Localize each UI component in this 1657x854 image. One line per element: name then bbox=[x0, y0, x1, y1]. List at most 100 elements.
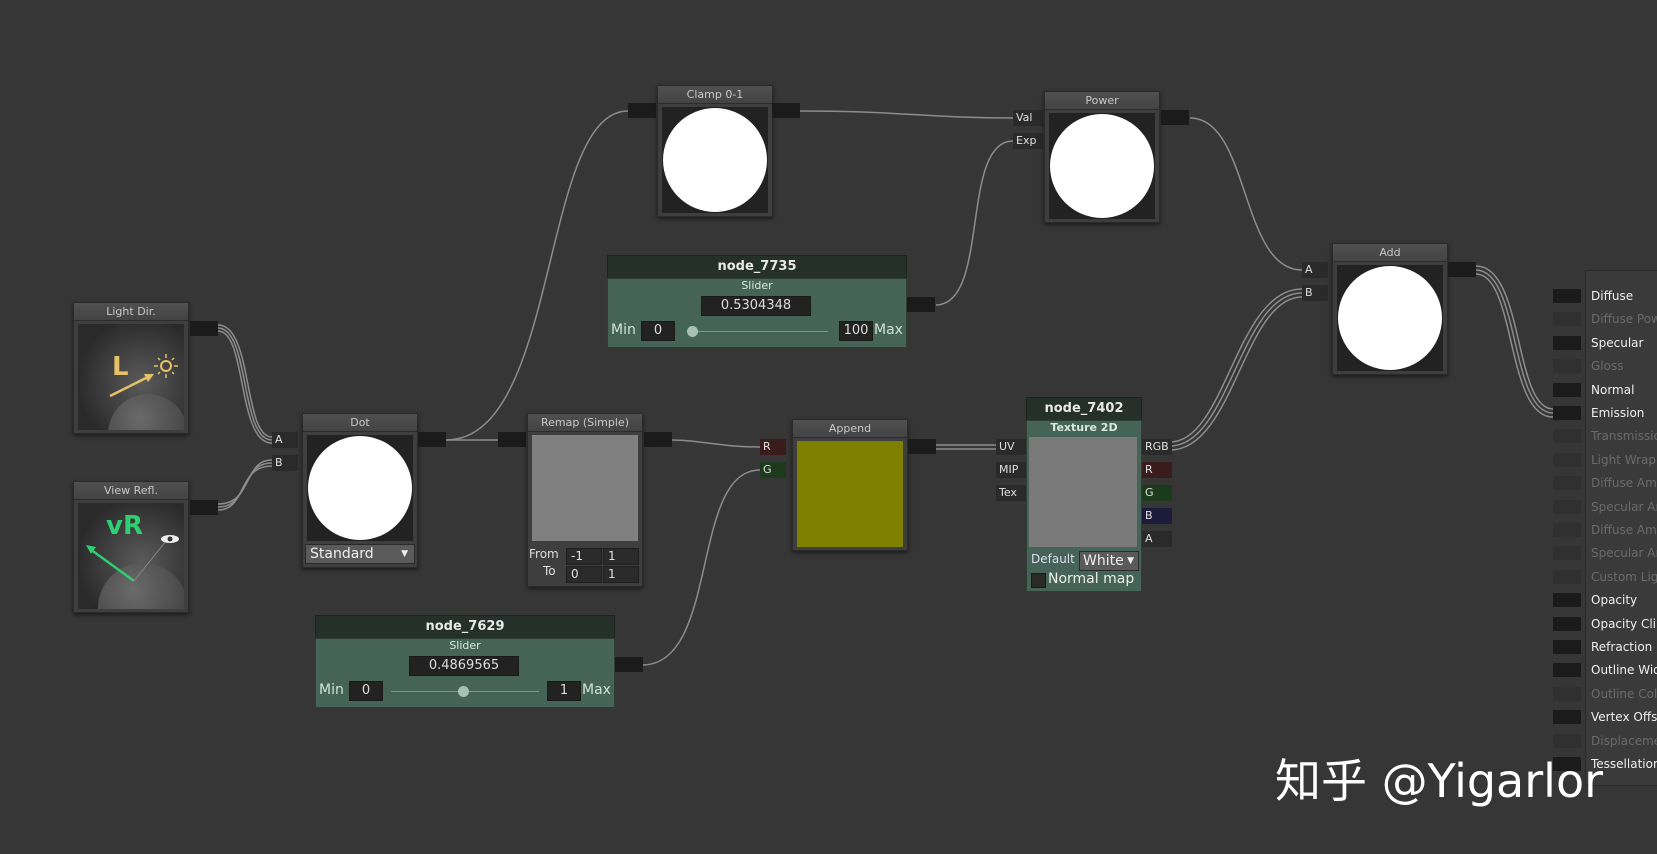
main-input-row[interactable]: Diffuse Powe bbox=[1553, 310, 1657, 328]
main-input-port[interactable] bbox=[1553, 452, 1581, 467]
dot-input-a[interactable]: A bbox=[272, 432, 298, 448]
texture-default-dropdown[interactable]: White ▼ bbox=[1079, 551, 1139, 571]
main-input-row[interactable]: Vertex Offs bbox=[1553, 708, 1657, 726]
tex-output-b[interactable]: B bbox=[1142, 508, 1172, 524]
main-input-port[interactable] bbox=[1553, 429, 1581, 444]
main-input-port[interactable] bbox=[1553, 476, 1581, 491]
add-input-a[interactable]: A bbox=[1302, 262, 1328, 278]
power-input-val[interactable]: Val bbox=[1013, 110, 1043, 126]
texture-default-value: White bbox=[1083, 553, 1124, 569]
node-power[interactable]: Power bbox=[1044, 91, 1160, 223]
node-texture-2d[interactable]: Texture 2D Default White ▼ Normal map bbox=[1026, 420, 1142, 592]
main-input-port[interactable] bbox=[1553, 616, 1581, 631]
slider-7735-track[interactable] bbox=[688, 331, 828, 332]
main-input-port[interactable] bbox=[1553, 335, 1581, 350]
tex-input-mip[interactable]: MIP bbox=[996, 462, 1026, 478]
tex-output-r[interactable]: R bbox=[1142, 462, 1172, 478]
main-input-row[interactable]: Custom Ligh bbox=[1553, 568, 1657, 586]
remap-output-port[interactable] bbox=[644, 432, 672, 447]
main-input-port[interactable] bbox=[1553, 593, 1581, 608]
remap-from-min[interactable]: -1 bbox=[566, 548, 602, 565]
normal-map-checkbox[interactable] bbox=[1031, 573, 1046, 588]
node-append[interactable]: Append bbox=[792, 419, 908, 551]
add-input-b[interactable]: B bbox=[1302, 285, 1328, 301]
slider-7735-knob[interactable] bbox=[687, 326, 698, 337]
tex-output-rgb[interactable]: RGB bbox=[1142, 439, 1172, 455]
main-input-port[interactable] bbox=[1553, 289, 1581, 303]
clamp-output-port[interactable] bbox=[772, 103, 800, 118]
wire-dot-clamp bbox=[445, 110, 629, 441]
main-input-port[interactable] bbox=[1553, 523, 1581, 537]
view-refl-output-port[interactable] bbox=[190, 500, 218, 515]
remap-to-max[interactable]: 1 bbox=[603, 566, 639, 583]
main-input-row[interactable]: Specular bbox=[1553, 334, 1657, 352]
slider-7629-max[interactable]: 1 bbox=[547, 681, 581, 701]
node-light-dir[interactable]: Light Dir. L bbox=[73, 302, 189, 434]
add-output-port[interactable] bbox=[1448, 262, 1476, 277]
dot-mode-value: Standard bbox=[310, 546, 374, 562]
slider-7735-output-port[interactable] bbox=[907, 297, 935, 312]
dot-input-b[interactable]: B bbox=[272, 455, 298, 471]
main-input-row[interactable]: Gloss bbox=[1553, 357, 1657, 375]
texture-type-label: Texture 2D bbox=[1050, 421, 1118, 434]
node-view-refl[interactable]: View Refl. vR bbox=[73, 481, 189, 613]
tex-output-g[interactable]: G bbox=[1142, 485, 1172, 501]
slider-7735-value[interactable]: 0.5304348 bbox=[701, 296, 811, 316]
node-slider-7629[interactable]: Slider 0.4869565 Min 0 1 Max bbox=[315, 638, 615, 708]
main-input-label: Specular Am bbox=[1591, 546, 1657, 561]
main-input-row[interactable]: Outline Colo bbox=[1553, 685, 1657, 703]
slider-7629-min[interactable]: 0 bbox=[349, 681, 383, 701]
main-input-port[interactable] bbox=[1553, 382, 1581, 397]
main-input-row[interactable]: Diffuse bbox=[1553, 287, 1657, 305]
power-input-exp[interactable]: Exp bbox=[1013, 133, 1043, 149]
slider-7629-knob[interactable] bbox=[458, 686, 469, 697]
main-input-port[interactable] bbox=[1553, 663, 1581, 678]
main-input-port[interactable] bbox=[1553, 710, 1581, 725]
main-input-row[interactable]: Light Wrapp bbox=[1553, 451, 1657, 469]
main-input-row[interactable]: Specular Am bbox=[1553, 544, 1657, 562]
remap-to-min[interactable]: 0 bbox=[566, 566, 602, 583]
remap-from-max[interactable]: 1 bbox=[603, 548, 639, 565]
clamp-input-port[interactable] bbox=[628, 103, 656, 118]
main-input-row[interactable]: Diffuse Amb bbox=[1553, 474, 1657, 492]
append-input-g[interactable]: G bbox=[760, 462, 786, 478]
node-add[interactable]: Add bbox=[1332, 243, 1448, 375]
node-remap[interactable]: Remap (Simple) From To -1 1 0 1 bbox=[527, 413, 643, 587]
tex-output-a[interactable]: A bbox=[1142, 531, 1172, 547]
chevron-down-icon: ▼ bbox=[401, 549, 408, 559]
main-input-port[interactable] bbox=[1553, 359, 1581, 374]
node-clamp[interactable]: Clamp 0-1 bbox=[657, 85, 773, 217]
main-input-port[interactable] bbox=[1553, 546, 1581, 561]
node-slider-7735[interactable]: Slider 0.5304348 Min 0 100 Max bbox=[607, 278, 907, 348]
main-input-row[interactable]: Transmission bbox=[1553, 427, 1657, 445]
main-input-port[interactable] bbox=[1553, 640, 1581, 654]
remap-input-port[interactable] bbox=[498, 432, 526, 447]
power-output-port[interactable] bbox=[1161, 110, 1189, 125]
main-input-row[interactable]: Opacity bbox=[1553, 591, 1657, 609]
slider-7735-max[interactable]: 100 bbox=[839, 321, 873, 341]
dot-mode-dropdown[interactable]: Standard ▼ bbox=[305, 544, 415, 564]
main-input-row[interactable]: Emission bbox=[1553, 404, 1657, 422]
node-dot[interactable]: Dot Standard ▼ bbox=[302, 413, 418, 568]
main-input-row[interactable]: Refraction bbox=[1553, 638, 1657, 656]
dot-output-port[interactable] bbox=[418, 432, 446, 447]
slider-7629-output-port[interactable] bbox=[615, 657, 643, 672]
main-input-port[interactable] bbox=[1553, 686, 1581, 701]
append-output-port[interactable] bbox=[908, 439, 936, 454]
main-input-row[interactable]: Outline Widt bbox=[1553, 661, 1657, 679]
slider-7735-min[interactable]: 0 bbox=[641, 321, 675, 341]
main-input-port[interactable] bbox=[1553, 312, 1581, 327]
main-input-port[interactable] bbox=[1553, 499, 1581, 514]
tex-input-tex[interactable]: Tex bbox=[996, 485, 1026, 501]
append-input-r[interactable]: R bbox=[760, 439, 786, 455]
tex-input-uv[interactable]: UV bbox=[996, 439, 1026, 455]
main-input-row[interactable]: Specular Am bbox=[1553, 498, 1657, 516]
light-dir-output-port[interactable] bbox=[190, 321, 218, 336]
main-input-port[interactable] bbox=[1553, 569, 1581, 584]
main-input-port[interactable] bbox=[1553, 406, 1581, 420]
main-input-label: Diffuse bbox=[1591, 289, 1634, 303]
main-input-row[interactable]: Opacity Clip bbox=[1553, 615, 1657, 633]
slider-7629-value[interactable]: 0.4869565 bbox=[409, 656, 519, 676]
main-input-row[interactable]: Normal bbox=[1553, 381, 1657, 399]
main-input-row[interactable]: Diffuse Amb bbox=[1553, 521, 1657, 539]
